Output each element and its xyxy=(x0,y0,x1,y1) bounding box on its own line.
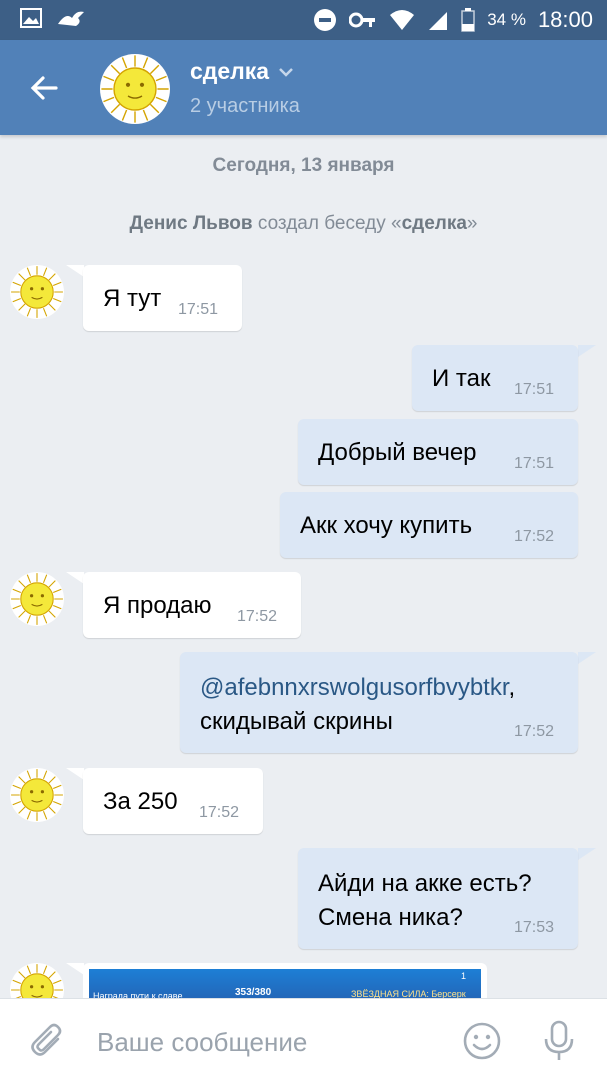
message-first-line: @afebnnxrswolgusorfbvybtkr, xyxy=(200,674,515,702)
message-text: За 250 xyxy=(103,788,178,815)
microphone-icon xyxy=(544,1020,574,1060)
chat-title: сделка xyxy=(190,58,270,84)
bubble-tail xyxy=(578,652,596,664)
message-input[interactable] xyxy=(95,1019,439,1065)
chat-avatar[interactable] xyxy=(100,54,170,124)
message-bubble-outgoing[interactable]: @afebnnxrswolgusorfbvybtkr, скидывай скр… xyxy=(180,652,578,753)
message-text: Добрый вечер xyxy=(318,439,477,466)
chevron-down-icon xyxy=(279,67,293,77)
image-label-mid: 353/380 xyxy=(235,987,272,998)
message-time: 17:51 xyxy=(178,301,219,318)
message-time: 17:51 xyxy=(514,381,555,398)
status-bar: 34 % 18:00 xyxy=(0,0,607,40)
message-time: 17:53 xyxy=(514,919,555,936)
user-mention-link[interactable]: @afebnnxrswolgusorfbvybtkr xyxy=(200,674,509,701)
message-text: Я продаю xyxy=(103,592,212,619)
emoji-button[interactable] xyxy=(462,1021,502,1061)
message-time: 17:52 xyxy=(199,804,240,821)
key-icon xyxy=(349,12,376,28)
message-composer xyxy=(0,998,607,1081)
sender-avatar[interactable] xyxy=(10,768,64,822)
wifi-icon xyxy=(390,10,415,30)
system-message: Денис Львов создал беседу «сделка» xyxy=(0,213,607,235)
system-message-author[interactable]: Денис Львов xyxy=(130,213,253,234)
chat-subtitle: 2 участника xyxy=(190,95,300,117)
bubble-tail xyxy=(578,848,596,860)
message-bubble-outgoing[interactable]: И так 17:51 xyxy=(412,345,578,411)
battery-percent: 34 % xyxy=(487,10,526,29)
sender-avatar[interactable] xyxy=(10,572,64,626)
clock: 18:00 xyxy=(537,7,593,32)
bubble-tail xyxy=(66,265,84,277)
bird-icon xyxy=(58,11,84,26)
sender-avatar[interactable] xyxy=(10,265,64,319)
message-text: Акк хочу купить xyxy=(300,512,473,539)
system-message-action: создал беседу « xyxy=(252,213,402,234)
message-text-line1: Айди на акке есть? xyxy=(318,870,532,897)
chat-title-button[interactable]: сделка xyxy=(190,58,295,85)
bubble-tail xyxy=(66,768,84,780)
message-text-line2: Смена ника? xyxy=(318,904,463,931)
message-bubble-outgoing[interactable]: Акк хочу купить 17:52 xyxy=(280,492,578,558)
mention-suffix: , xyxy=(508,674,516,701)
message-text: И так xyxy=(432,365,491,392)
paperclip-icon xyxy=(31,1023,62,1056)
back-button[interactable] xyxy=(24,68,64,108)
message-bubble-incoming[interactable]: За 250 17:52 xyxy=(83,768,263,834)
system-message-close: » xyxy=(466,213,478,234)
message-text: скидывай скрины xyxy=(200,708,393,735)
date-separator: Сегодня, 13 января xyxy=(212,155,395,176)
attach-button[interactable] xyxy=(28,1021,68,1061)
message-bubble-outgoing[interactable]: Айди на акке есть? Смена ника? 17:53 xyxy=(298,848,578,949)
voice-message-button[interactable] xyxy=(541,1019,577,1063)
message-bubble-outgoing[interactable]: Добрый вечер 17:51 xyxy=(298,419,578,485)
system-message-chat-name: сделка xyxy=(401,213,467,234)
message-time: 17:52 xyxy=(514,528,555,545)
message-time: 17:51 xyxy=(514,455,555,472)
message-text: Я тут xyxy=(103,285,162,312)
message-time: 17:52 xyxy=(514,723,555,740)
chat-header: сделка 2 участника xyxy=(0,40,607,135)
bubble-tail xyxy=(578,345,596,357)
smiley-icon xyxy=(463,1022,501,1060)
dnd-icon xyxy=(314,9,337,31)
message-bubble-incoming[interactable]: Я продаю 17:52 xyxy=(83,572,301,638)
bubble-tail xyxy=(66,963,84,975)
message-time: 17:52 xyxy=(237,608,278,625)
battery-icon xyxy=(461,8,475,32)
message-bubble-incoming[interactable]: Я тут 17:51 xyxy=(83,265,242,331)
signal-icon xyxy=(429,12,448,30)
arrow-left-icon xyxy=(30,76,58,100)
image-message[interactable]: Награда пути к славе 353/380 ЗВЁЗДНАЯ СИ… xyxy=(83,963,487,1003)
bubble-tail xyxy=(66,572,84,584)
gallery-icon xyxy=(20,8,42,28)
image-badge: 1 xyxy=(461,971,467,981)
